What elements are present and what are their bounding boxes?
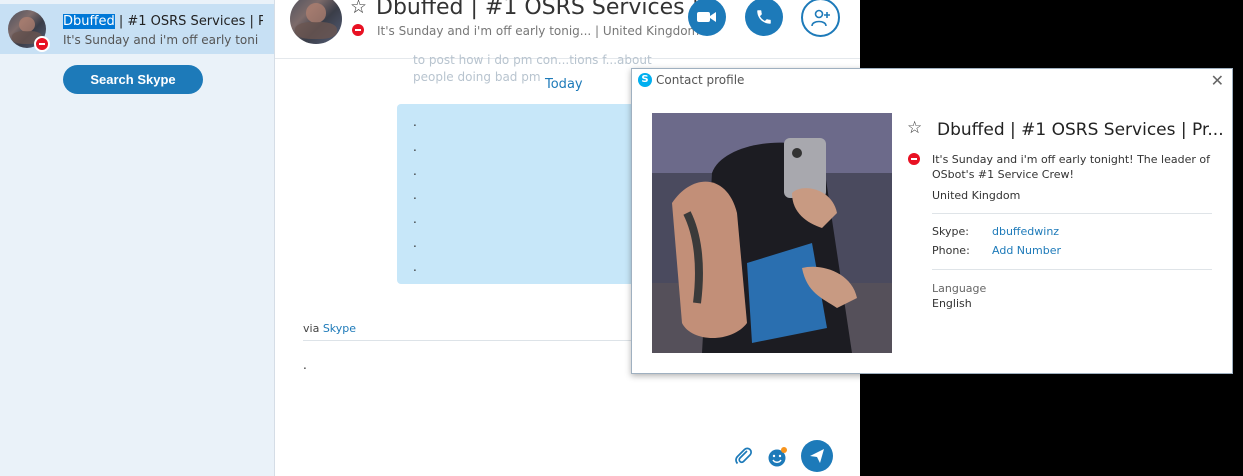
day-divider: Today (545, 77, 583, 92)
message-line: . (413, 164, 417, 178)
message-line: . (413, 115, 417, 129)
skype-name-link[interactable]: dbuffedwinz (992, 225, 1059, 238)
status-dnd-icon (908, 153, 920, 165)
status-dnd-icon (34, 36, 50, 52)
popup-title: Contact profile (656, 73, 745, 87)
add-number-link[interactable]: Add Number (992, 244, 1061, 257)
search-skype-button[interactable]: Search Skype (63, 65, 203, 94)
sidebar: Dbuffed | #1 OSRS Services | P... It's S… (0, 0, 275, 476)
contact-list-item[interactable]: Dbuffed | #1 OSRS Services | P... It's S… (0, 4, 274, 54)
audio-call-button[interactable] (745, 0, 783, 36)
star-icon[interactable]: ☆ (907, 118, 922, 138)
language-label: Language (932, 282, 987, 295)
faded-message: to post how i do pm con...tions f...abou… (413, 53, 652, 84)
attach-icon (735, 447, 752, 465)
conversation-title[interactable]: Dbuffed | #1 OSRS Services |... (376, 0, 720, 20)
conversation-subtitle: It's Sunday and i'm off early tonig... |… (377, 24, 700, 38)
profile-photo (652, 113, 892, 353)
contact-mood: It's Sunday and i'm off early tonigh... (63, 33, 258, 47)
divider (932, 269, 1212, 270)
send-button[interactable] (801, 440, 833, 472)
divider (932, 213, 1212, 214)
message-line: . (413, 188, 417, 202)
message-input[interactable]: . (303, 358, 307, 372)
message-line: . (413, 212, 417, 226)
profile-mood: It's Sunday and i'm off early tonight! T… (932, 153, 1210, 181)
language-value: English (932, 297, 972, 310)
message-line: . (413, 236, 417, 250)
emoji-button[interactable] (767, 446, 789, 472)
attach-button[interactable] (734, 446, 752, 470)
video-call-icon (697, 12, 716, 22)
emoji-icon (768, 447, 787, 467)
star-icon[interactable]: ☆ (350, 0, 367, 18)
add-people-button[interactable] (801, 0, 840, 37)
skype-logo-icon: S (638, 73, 652, 87)
video-call-button[interactable] (688, 0, 726, 36)
phone-icon (757, 10, 771, 24)
message-line: . (413, 260, 417, 274)
via-skype-link[interactable]: Skype (323, 322, 356, 335)
phone-label: Phone: (932, 244, 970, 257)
message-line: . (413, 140, 417, 154)
close-icon[interactable]: ✕ (1211, 71, 1224, 90)
status-dnd-icon (352, 24, 364, 36)
send-icon (810, 449, 824, 463)
add-person-icon (810, 9, 830, 26)
profile-country: United Kingdom (932, 189, 1021, 202)
profile-name: Dbuffed | #1 OSRS Services | Pr... (937, 120, 1224, 140)
skype-label: Skype: (932, 225, 969, 238)
contact-name: Dbuffed | #1 OSRS Services | P... (63, 14, 263, 29)
via-label: via Skype (303, 322, 357, 335)
contact-profile-popup: S Contact profile ✕ ☆ Dbuffed | #1 OSRS … (631, 68, 1233, 374)
conversation-avatar[interactable] (290, 0, 342, 44)
